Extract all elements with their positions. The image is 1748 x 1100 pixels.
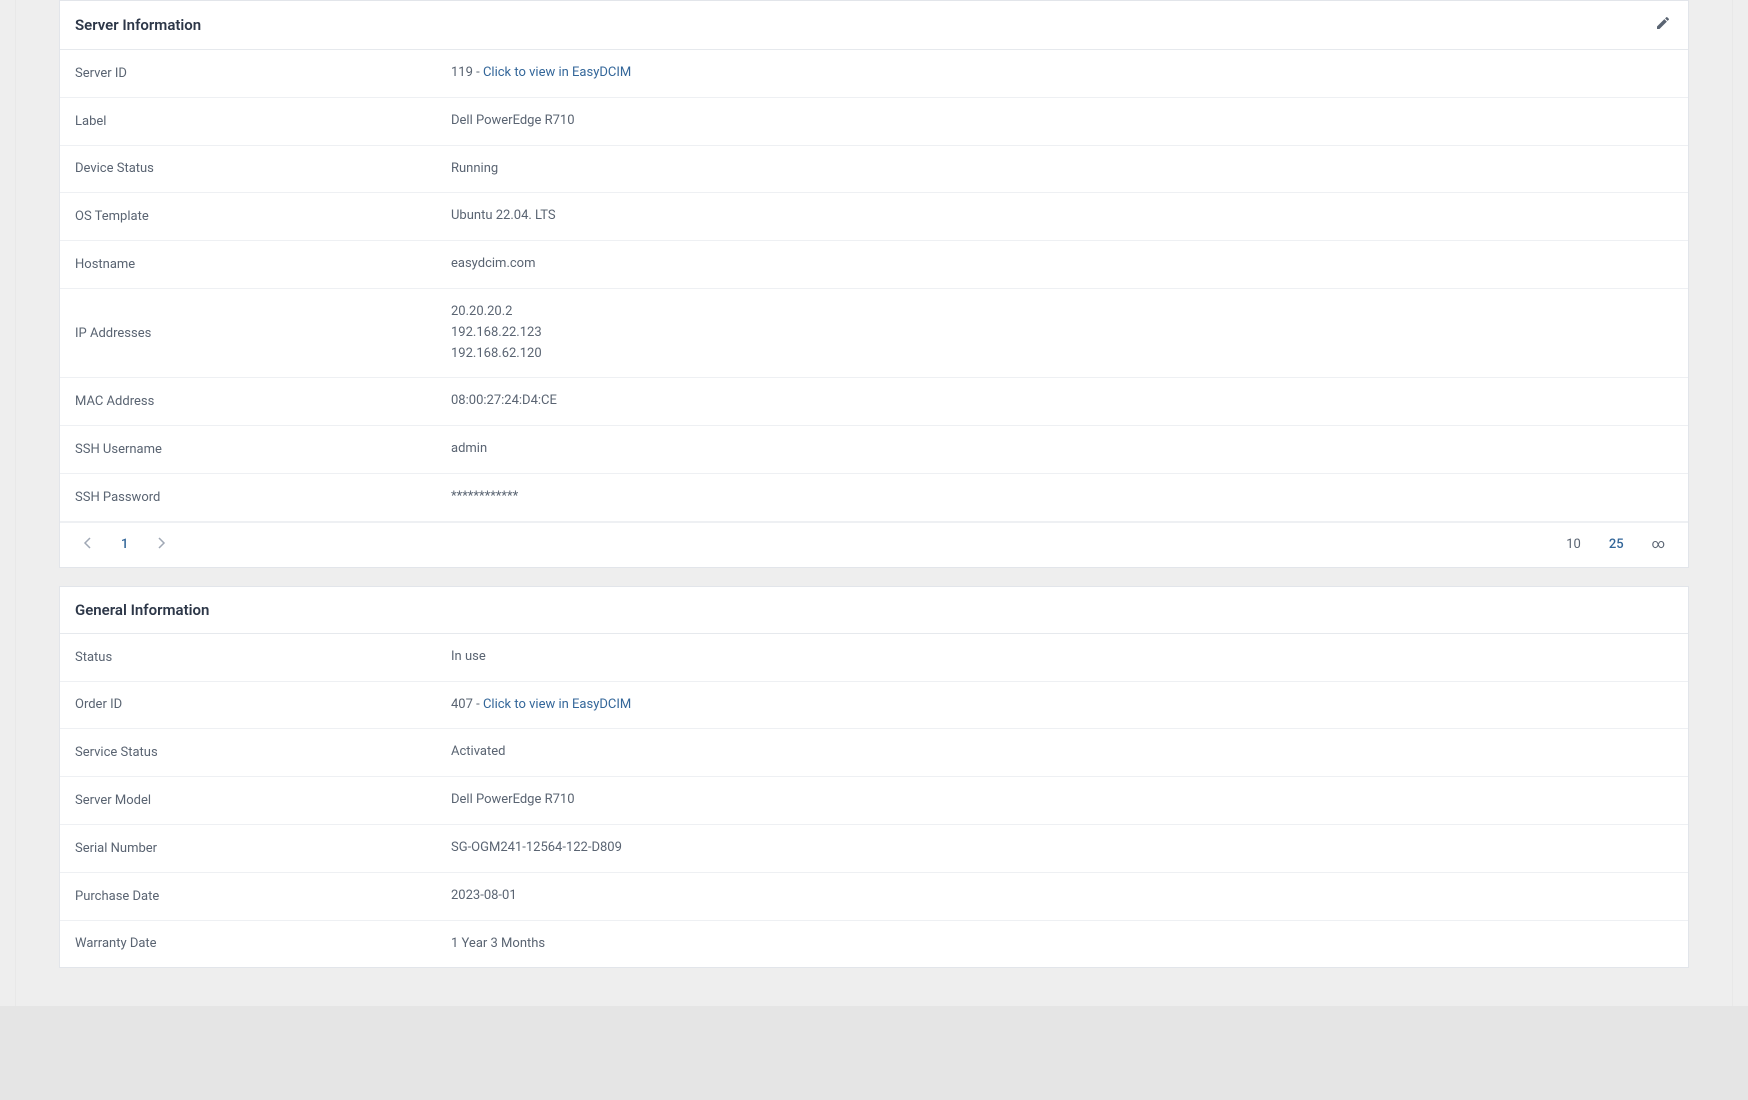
- row-service-status: Service Status Activated: [60, 729, 1688, 777]
- row-label: Service Status: [75, 745, 451, 760]
- pagination-right: 10 25 ∞: [1558, 533, 1673, 556]
- row-value: In use: [451, 647, 1673, 668]
- chevron-right-icon: [158, 537, 166, 553]
- row-label: IP Addresses: [75, 326, 451, 341]
- row-value: ************: [451, 487, 1673, 508]
- order-id-link[interactable]: Click to view in EasyDCIM: [483, 697, 631, 712]
- row-server-model: Server Model Dell PowerEdge R710: [60, 777, 1688, 825]
- server-information-panel: Server Information Server ID 119 - Click…: [59, 0, 1689, 568]
- next-page-button[interactable]: [150, 533, 174, 557]
- pencil-icon: [1655, 15, 1671, 35]
- server-id-link[interactable]: Click to view in EasyDCIM: [483, 65, 631, 80]
- row-ssh-username: SSH Username admin: [60, 426, 1688, 474]
- page-size-10[interactable]: 10: [1558, 533, 1589, 556]
- row-label: Warranty Date: [75, 936, 451, 951]
- row-hostname: Hostname easydcim.com: [60, 241, 1688, 289]
- server-id-prefix: 119 -: [451, 65, 483, 80]
- ip-line-3: 192.168.62.120: [451, 344, 1673, 365]
- ip-addresses-value: 20.20.20.2 192.168.22.123 192.168.62.120: [451, 302, 1673, 364]
- ip-line-2: 192.168.22.123: [451, 323, 1673, 344]
- row-label: Hostname: [75, 257, 451, 272]
- row-label: Label: [75, 114, 451, 129]
- row-value: admin: [451, 439, 1673, 460]
- row-server-id: Server ID 119 - Click to view in EasyDCI…: [60, 50, 1688, 98]
- row-value: easydcim.com: [451, 254, 1673, 275]
- general-information-panel: General Information Status In use Order …: [59, 586, 1689, 969]
- device-status-value: Running: [451, 159, 1673, 180]
- row-value: 1 Year 3 Months: [451, 934, 1673, 955]
- pagination: 1 10 25 ∞: [60, 522, 1688, 567]
- row-label: Server ID: [75, 66, 451, 81]
- row-value: SG-OGM241-12564-122-D809: [451, 838, 1673, 859]
- page-1[interactable]: 1: [111, 533, 138, 556]
- row-label: SSH Password: [75, 490, 451, 505]
- panel-heading: General Information: [60, 587, 1688, 634]
- row-purchase-date: Purchase Date 2023-08-01: [60, 873, 1688, 921]
- row-device-status: Device Status Running: [60, 146, 1688, 194]
- row-value: Ubuntu 22.04. LTS: [451, 206, 1673, 227]
- row-label: Device Status: [75, 161, 451, 176]
- row-label: Order ID: [75, 697, 451, 712]
- row-label: Status: [75, 650, 451, 665]
- row-value: Dell PowerEdge R710: [451, 111, 1673, 132]
- server-info-title: Server Information: [75, 16, 201, 34]
- row-label: MAC Address: [75, 394, 451, 409]
- panel-heading: Server Information: [60, 1, 1688, 50]
- row-value: 407 - Click to view in EasyDCIM: [451, 695, 1673, 716]
- row-order-id: Order ID 407 - Click to view in EasyDCIM: [60, 682, 1688, 730]
- prev-page-button[interactable]: [75, 533, 99, 557]
- row-label: Serial Number: [75, 841, 451, 856]
- row-label: SSH Username: [75, 442, 451, 457]
- row-warranty-date: Warranty Date 1 Year 3 Months: [60, 921, 1688, 968]
- row-label: OS Template: [75, 209, 451, 224]
- page-size-infinity[interactable]: ∞: [1644, 533, 1673, 556]
- row-label: Purchase Date: [75, 889, 451, 904]
- row-ssh-password: SSH Password ************: [60, 474, 1688, 522]
- row-os-template: OS Template Ubuntu 22.04. LTS: [60, 193, 1688, 241]
- row-value: 2023-08-01: [451, 886, 1673, 907]
- row-mac-address: MAC Address 08:00:27:24:D4:CE: [60, 378, 1688, 426]
- general-info-title: General Information: [75, 601, 209, 619]
- edit-button[interactable]: [1653, 15, 1673, 35]
- ip-line-1: 20.20.20.2: [451, 302, 1673, 323]
- row-label: Server Model: [75, 793, 451, 808]
- row-value: 119 - Click to view in EasyDCIM: [451, 63, 1673, 84]
- chevron-left-icon: [83, 537, 91, 553]
- pagination-left: 1: [75, 533, 174, 557]
- row-value: 08:00:27:24:D4:CE: [451, 391, 1673, 412]
- row-ip-addresses: IP Addresses 20.20.20.2 192.168.22.123 1…: [60, 289, 1688, 378]
- row-status: Status In use: [60, 634, 1688, 682]
- order-id-prefix: 407 -: [451, 697, 483, 712]
- page-size-25[interactable]: 25: [1601, 533, 1632, 556]
- service-status-value: Activated: [451, 742, 1673, 763]
- row-value: Dell PowerEdge R710: [451, 790, 1673, 811]
- row-label-name: Label Dell PowerEdge R710: [60, 98, 1688, 146]
- row-serial-number: Serial Number SG-OGM241-12564-122-D809: [60, 825, 1688, 873]
